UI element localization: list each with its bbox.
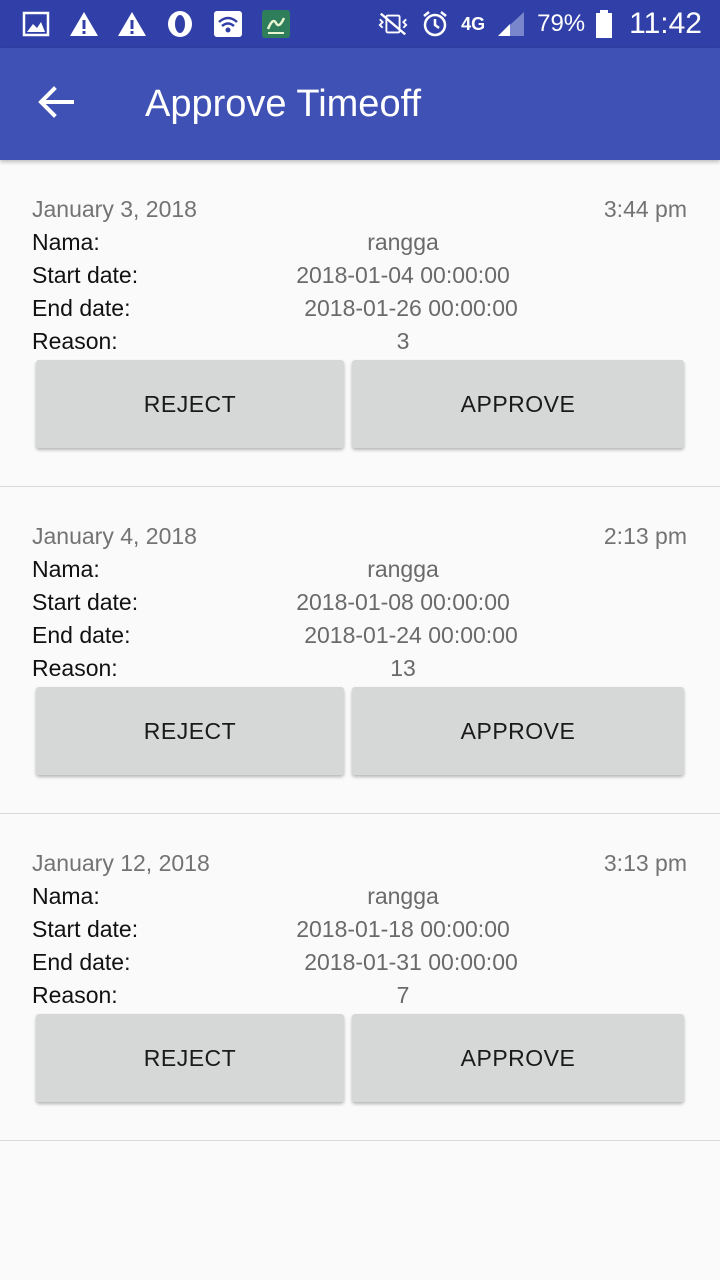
- timeoff-request-list: January 3, 2018 3:44 pm Nama: rangga Sta…: [0, 160, 720, 1141]
- vibrate-icon: [377, 8, 409, 40]
- request-time: 3:44 pm: [603, 196, 687, 222]
- end-date-value: 2018-01-26 00:00:00: [304, 295, 518, 321]
- battery-percent: 79%: [537, 10, 586, 37]
- request-date: January 4, 2018: [32, 523, 197, 549]
- approve-button[interactable]: APPROVE: [352, 687, 684, 775]
- system-status: 4G 79% 11:42: [377, 0, 702, 48]
- start-date-row: Start date: 2018-01-18 00:00:00: [32, 916, 692, 949]
- approve-button[interactable]: APPROVE: [352, 360, 684, 448]
- end-date-value: 2018-01-31 00:00:00: [304, 949, 518, 975]
- start-date-value: 2018-01-04 00:00:00: [296, 262, 510, 288]
- end-date-row: End date: 2018-01-26 00:00:00: [32, 295, 692, 328]
- reason-row: Reason: 3: [32, 328, 692, 361]
- end-date-row: End date: 2018-01-31 00:00:00: [32, 949, 692, 982]
- opera-icon: [164, 8, 196, 40]
- arrow-back-icon: [36, 82, 76, 127]
- end-date-value: 2018-01-24 00:00:00: [304, 622, 518, 648]
- start-date-row: Start date: 2018-01-04 00:00:00: [32, 262, 692, 295]
- reason-value: 3: [396, 328, 410, 354]
- timeoff-request-card: January 4, 2018 2:13 pm Nama: rangga Sta…: [0, 487, 720, 814]
- start-date-row: Start date: 2018-01-08 00:00:00: [32, 589, 692, 622]
- back-button[interactable]: [30, 78, 82, 130]
- app-bar: Approve Timeoff: [0, 48, 720, 160]
- name-value: rangga: [367, 229, 439, 255]
- clock: 11:42: [629, 7, 702, 40]
- request-time: 2:13 pm: [603, 523, 687, 549]
- name-row: Nama: rangga: [32, 229, 692, 262]
- end-date-row: End date: 2018-01-24 00:00:00: [32, 622, 692, 655]
- network-type: 4G: [461, 13, 486, 34]
- reject-button[interactable]: REJECT: [36, 1014, 344, 1102]
- warning-icon: [68, 8, 100, 40]
- gallery-icon: [20, 8, 52, 40]
- reject-button[interactable]: REJECT: [36, 687, 344, 775]
- page-title: Approve Timeoff: [145, 83, 422, 125]
- name-row: Nama: rangga: [32, 883, 692, 916]
- notification-icons: [20, 8, 292, 40]
- timeoff-request-card: January 12, 2018 3:13 pm Nama: rangga St…: [0, 814, 720, 1141]
- signal-icon: [495, 8, 527, 40]
- approve-button[interactable]: APPROVE: [352, 1014, 684, 1102]
- status-bar: 4G 79% 11:42: [0, 0, 720, 48]
- name-value: rangga: [367, 883, 439, 909]
- alarm-icon: [419, 8, 451, 40]
- start-date-value: 2018-01-08 00:00:00: [296, 589, 510, 615]
- reject-button[interactable]: REJECT: [36, 360, 344, 448]
- app-icon: [260, 8, 292, 40]
- name-row: Nama: rangga: [32, 556, 692, 589]
- start-date-value: 2018-01-18 00:00:00: [296, 916, 510, 942]
- warning-icon: [116, 8, 148, 40]
- name-value: rangga: [367, 556, 439, 582]
- reason-row: Reason: 13: [32, 655, 692, 688]
- wifi-icon: [212, 8, 244, 40]
- timeoff-request-card: January 3, 2018 3:44 pm Nama: rangga Sta…: [0, 160, 720, 487]
- request-date: January 12, 2018: [32, 850, 210, 876]
- request-time: 3:13 pm: [603, 850, 687, 876]
- battery-icon: [595, 8, 613, 40]
- reason-value: 7: [396, 982, 410, 1008]
- reason-value: 13: [390, 655, 416, 681]
- request-date: January 3, 2018: [32, 196, 197, 222]
- reason-row: Reason: 7: [32, 982, 692, 1015]
